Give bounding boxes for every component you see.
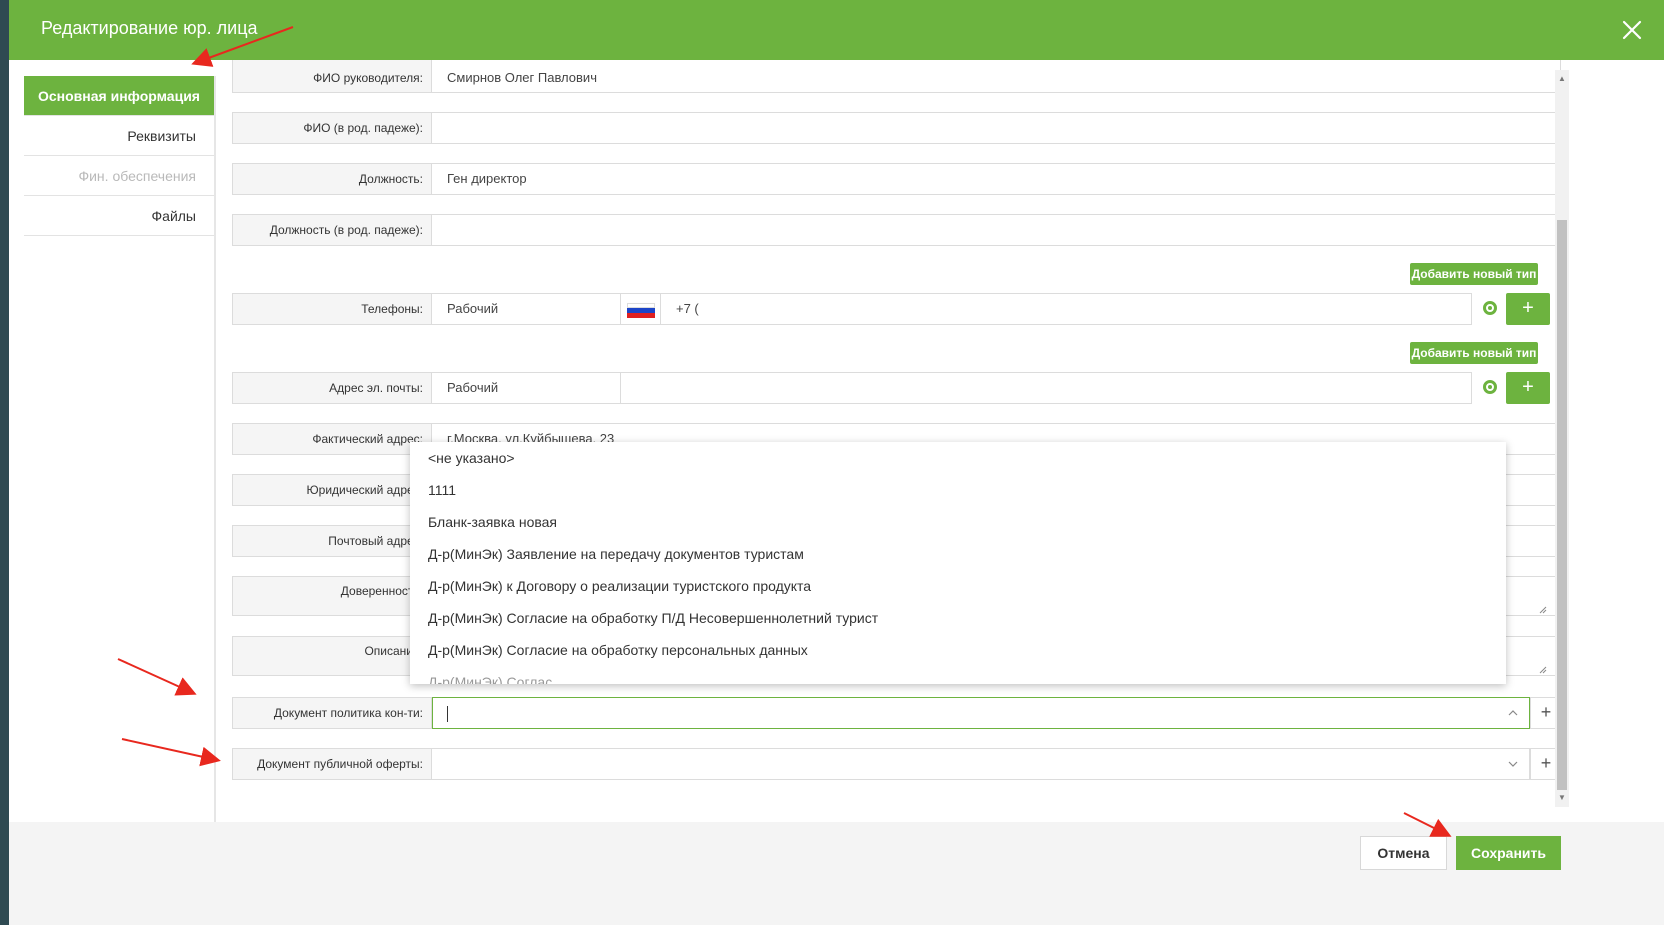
sidebar-item-files[interactable]: Файлы bbox=[24, 196, 214, 236]
actual-address-label: Фактический адрес: bbox=[232, 423, 432, 455]
scrollbar-thumb[interactable] bbox=[1557, 220, 1567, 790]
cancel-button[interactable]: Отмена bbox=[1360, 836, 1447, 870]
phone-primary-radio[interactable] bbox=[1483, 301, 1497, 315]
director-label: ФИО руководителя: bbox=[232, 60, 432, 93]
phone-type-select[interactable]: Рабочий bbox=[432, 293, 621, 325]
legal-address-label: Юридический адрес: bbox=[232, 474, 432, 506]
sidebar-item-financial-guarantee: Фин. обеспечения bbox=[24, 156, 214, 196]
position-genitive-label: Должность (в род. падеже): bbox=[232, 214, 432, 246]
description-label: Описание: bbox=[232, 636, 432, 676]
form-row-public-offer-doc: Документ публичной оферты: + bbox=[232, 748, 1562, 780]
email-primary-radio[interactable] bbox=[1483, 380, 1497, 394]
dialog-header: Редактирование юр. лица bbox=[9, 0, 1664, 60]
dropdown-option[interactable]: <не указано> bbox=[410, 442, 1506, 474]
position-genitive-field[interactable] bbox=[432, 214, 1561, 246]
dropdown-option[interactable]: Бланк-заявка новая bbox=[410, 506, 1506, 538]
director-field[interactable]: Смирнов Олег Павлович bbox=[432, 60, 1561, 93]
dialog-title: Редактирование юр. лица bbox=[41, 18, 258, 38]
sidebar-item-requisites[interactable]: Реквизиты bbox=[24, 116, 214, 156]
form-row-privacy-policy-doc: Документ политика кон-ти: + bbox=[232, 697, 1562, 729]
dropdown-option[interactable]: Д-р(МинЭк) Согласие на обработку П/Д Нес… bbox=[410, 602, 1506, 634]
russia-flag-icon[interactable] bbox=[621, 293, 661, 325]
add-email-type-button[interactable]: Добавить новый тип bbox=[1410, 342, 1538, 364]
close-icon[interactable] bbox=[1616, 14, 1648, 46]
save-button[interactable]: Сохранить bbox=[1456, 836, 1561, 870]
resize-handle-icon[interactable] bbox=[1537, 664, 1547, 674]
form-row-position: Должность: Ген директор bbox=[232, 163, 1561, 195]
form-row-phones: Телефоны: Рабочий +7 ( bbox=[232, 293, 1549, 325]
dropdown-option[interactable]: Д-р(МинЭк) Соглас bbox=[410, 666, 1506, 684]
public-offer-doc-label: Документ публичной оферты: bbox=[232, 748, 432, 780]
form-row-position-genitive: Должность (в род. падеже): bbox=[232, 214, 1561, 246]
dropdown-option[interactable]: Д-р(МинЭк) Заявление на передачу докумен… bbox=[410, 538, 1506, 570]
resize-handle-icon[interactable] bbox=[1537, 604, 1547, 614]
text-cursor bbox=[447, 706, 448, 722]
document-dropdown-list: <не указано> 1111 Бланк-заявка новая Д-р… bbox=[410, 442, 1506, 684]
email-type-select[interactable]: Рабочий bbox=[432, 372, 621, 404]
power-of-attorney-label: Доверенность: bbox=[232, 576, 432, 616]
phone-number-input[interactable]: +7 ( bbox=[661, 293, 1472, 325]
form-row-director: ФИО руководителя: Смирнов Олег Павлович bbox=[232, 60, 1561, 93]
privacy-policy-doc-label: Документ политика кон-ти: bbox=[232, 697, 432, 729]
content-scrollbar[interactable]: ▲ ▼ bbox=[1555, 70, 1569, 807]
director-genitive-field[interactable] bbox=[432, 112, 1561, 144]
public-offer-doc-combobox[interactable] bbox=[432, 748, 1530, 780]
chevron-up-icon[interactable] bbox=[1507, 707, 1519, 719]
position-field[interactable]: Ген директор bbox=[432, 163, 1561, 195]
director-genitive-label: ФИО (в род. падеже): bbox=[232, 112, 432, 144]
email-label: Адрес эл. почты: bbox=[232, 372, 432, 404]
scroll-down-arrow-icon[interactable]: ▼ bbox=[1557, 793, 1567, 803]
chevron-down-icon[interactable] bbox=[1507, 758, 1519, 770]
sidebar-item-main-info[interactable]: Основная информация bbox=[24, 76, 214, 116]
dropdown-option[interactable]: Д-р(МинЭк) к Договору о реализации турис… bbox=[410, 570, 1506, 602]
dialog-footer: Отмена Сохранить bbox=[9, 822, 1664, 925]
phones-label: Телефоны: bbox=[232, 293, 432, 325]
dropdown-option[interactable]: 1111 bbox=[410, 474, 1506, 506]
sidebar-divider bbox=[214, 76, 216, 856]
sidebar-nav: Основная информация Реквизиты Фин. обесп… bbox=[24, 76, 214, 236]
add-email-button[interactable]: + bbox=[1506, 372, 1550, 404]
add-phone-type-button[interactable]: Добавить новый тип bbox=[1410, 263, 1538, 285]
form-row-director-genitive: ФИО (в род. падеже): bbox=[232, 112, 1561, 144]
email-input[interactable] bbox=[621, 372, 1472, 404]
postal-address-label: Почтовый адрес: bbox=[232, 525, 432, 557]
form-row-email: Адрес эл. почты: Рабочий bbox=[232, 372, 1549, 404]
scroll-up-arrow-icon[interactable]: ▲ bbox=[1557, 74, 1567, 84]
dropdown-option[interactable]: Д-р(МинЭк) Согласие на обработку персона… bbox=[410, 634, 1506, 666]
add-phone-button[interactable]: + bbox=[1506, 293, 1550, 325]
privacy-policy-doc-combobox[interactable] bbox=[432, 697, 1530, 729]
position-label: Должность: bbox=[232, 163, 432, 195]
